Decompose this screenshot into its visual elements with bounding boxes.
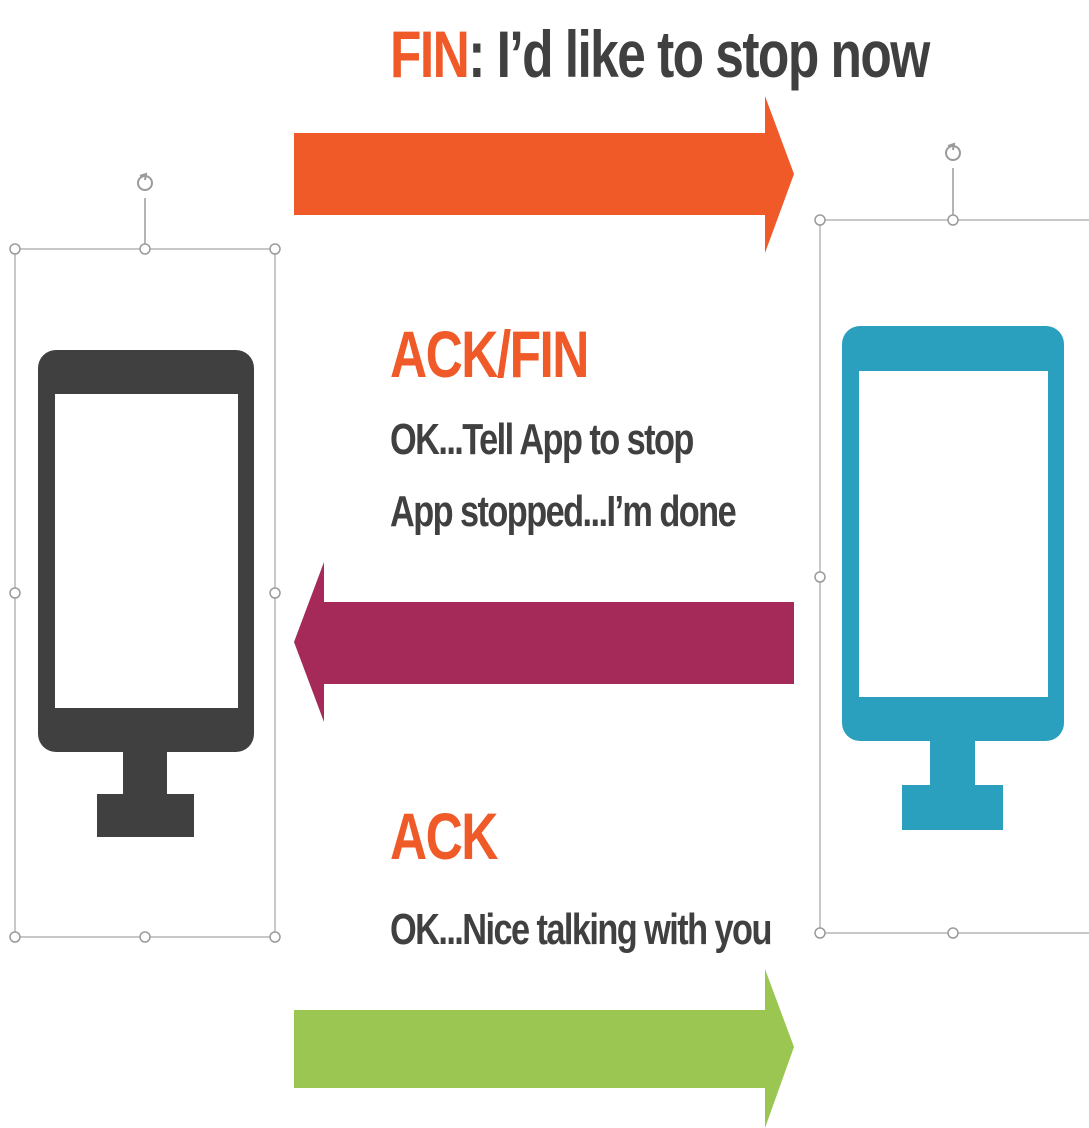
ack-arrow xyxy=(294,969,794,1128)
arrows-layer xyxy=(294,96,794,1128)
ackfin-arrow xyxy=(294,562,794,722)
ack-line-1: OK...Nice talking with you xyxy=(390,905,772,954)
fin-arrow xyxy=(294,96,794,253)
ackfin-line-1: OK...Tell App to stop xyxy=(390,415,694,464)
ackfin-label: ACK/FIN xyxy=(390,317,589,391)
fin-description: : I’d like to stop now xyxy=(468,17,930,91)
fin-label: FIN xyxy=(390,17,470,91)
ackfin-line-2: App stopped...I’m done xyxy=(390,487,737,536)
fin-message-title: FIN: I’d like to stop now xyxy=(390,17,930,91)
ack-label: ACK xyxy=(390,799,498,873)
